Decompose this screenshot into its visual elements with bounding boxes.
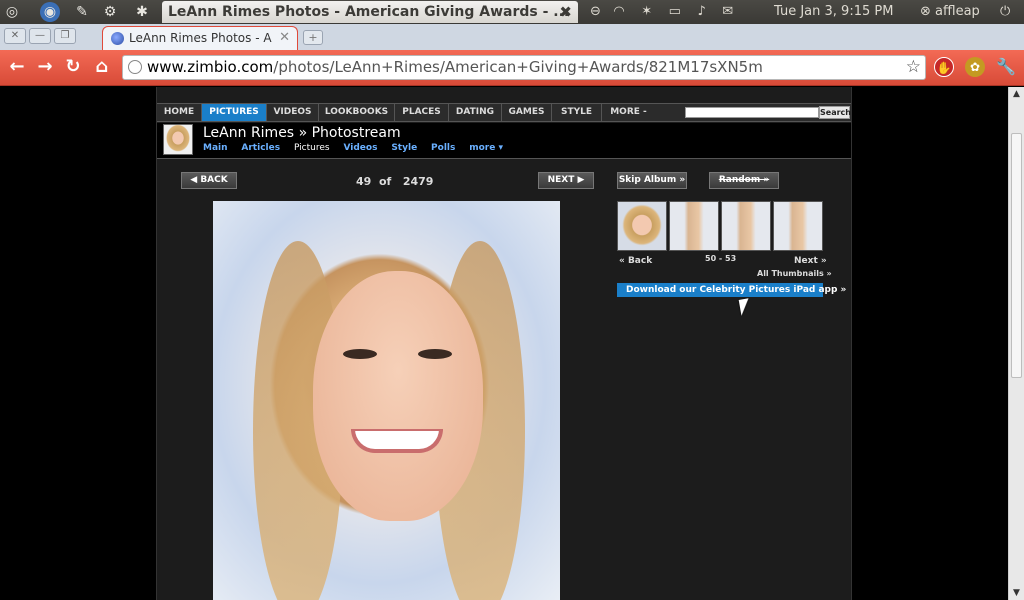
volume-icon[interactable]: ♪ [697,4,705,19]
system-panel: ◎ ◉ ✎ ⚙ ✱ LeAnn Rimes Photos - American … [0,0,1024,24]
site-search-button[interactable]: Search [819,106,851,119]
indicator-icons: ⊖ ◠ ✶ ▭ ♪ ✉ [590,0,733,24]
maximize-window-button[interactable]: ❐ [54,28,76,44]
nav-videos[interactable]: VIDEOS [267,104,319,121]
subnav-more[interactable]: more ▾ [469,143,503,153]
title-separator: » [298,125,308,141]
minimize-window-button[interactable]: — [29,28,51,44]
home-icon[interactable]: ⌂ [91,56,113,78]
mail-status-icon[interactable]: ⊖ [590,4,601,19]
random-button[interactable]: Random » [709,172,779,189]
profile-header: LeAnn Rimes » Photostream Main Articles … [157,123,851,159]
wrench-menu-icon[interactable]: 🔧 [996,57,1016,77]
close-window-icon[interactable]: ✖ [559,1,572,23]
url-domain: www.zimbio.com [147,58,274,76]
battery-icon[interactable]: ▭ [669,4,681,19]
page-title: LeAnn Rimes » Photostream [203,125,401,141]
nav-games[interactable]: GAMES [502,104,552,121]
tab-close-icon[interactable]: ✕ [279,27,290,49]
bookmark-star-icon[interactable]: ☆ [906,56,921,79]
back-arrow-icon[interactable]: ← [6,56,28,78]
counter-of: of [378,175,392,188]
address-bar[interactable]: www.zimbio.com/photos/LeAnn+Rimes/Americ… [122,55,926,80]
ipad-app-banner[interactable]: Download our Celebrity Pictures iPad app… [617,283,846,297]
total-count: 2479 [402,175,434,188]
next-button[interactable]: NEXT ▶ [538,172,594,189]
thumbs-back-link[interactable]: « Back [619,256,652,266]
photo-counter: 49 of 2479 [356,175,433,188]
thumbs-range: 50 - 53 [705,254,737,263]
text-editor-icon[interactable]: ✎ [72,2,92,22]
section-name: Photostream [311,125,401,141]
main-nav: HOME PICTURES VIDEOS LOOKBOOKS PLACES DA… [157,103,851,122]
url-path: /photos/LeAnn+Rimes/American+Giving+Awar… [273,58,763,76]
main-photo[interactable] [213,201,560,600]
window-title-text: LeAnn Rimes Photos - American Giving Awa… [168,4,570,20]
close-window-button[interactable]: ✕ [4,28,26,44]
reload-icon[interactable]: ↻ [62,56,84,78]
thumbnail[interactable] [669,201,719,251]
thumbnail[interactable] [773,201,823,251]
avatar[interactable] [163,124,193,155]
photo-detail [313,271,483,521]
subnav-main[interactable]: Main [203,143,228,153]
extension-icon[interactable]: ✿ [965,57,985,77]
user-menu[interactable]: ⊗ affleap [920,0,980,24]
subnav-polls[interactable]: Polls [431,143,455,153]
scroll-down-icon[interactable]: ▼ [1009,586,1024,600]
nav-style[interactable]: STYLE [552,104,602,121]
photo-detail [351,429,443,453]
nav-pictures[interactable]: PICTURES [202,104,267,121]
scroll-thumb[interactable] [1011,133,1022,378]
tab-strip: ✕ — ❐ LeAnn Rimes Photos - A ✕ + [0,24,1024,50]
page-viewport: HOME PICTURES VIDEOS LOOKBOOKS PLACES DA… [0,87,1008,600]
power-icon[interactable]: ⏻ [1000,0,1010,24]
photo-detail [343,349,377,359]
page-scrollbar[interactable]: ▲ ▼ [1008,87,1024,600]
site-search-input[interactable] [685,107,819,118]
subnav-pictures[interactable]: Pictures [294,143,330,153]
thumbnail[interactable] [617,201,667,251]
messages-icon[interactable]: ✉ [722,4,733,19]
profile-subnav: Main Articles Pictures Videos Style Poll… [203,143,514,153]
nav-lookbooks[interactable]: LOOKBOOKS [319,104,395,121]
bluetooth-icon[interactable]: ✶ [641,4,652,19]
tab-active[interactable]: LeAnn Rimes Photos - A ✕ [102,26,298,50]
clock[interactable]: Tue Jan 3, 9:15 PM [774,0,893,24]
nav-home[interactable]: HOME [157,104,202,121]
nav-more[interactable]: MORE - [602,104,655,121]
adblock-icon[interactable]: ✋ [934,57,954,77]
wifi-icon[interactable]: ◠ [613,4,624,19]
ubuntu-logo-icon[interactable]: ◎ [2,2,22,22]
skip-album-button[interactable]: Skip Album » [617,172,687,189]
user-status-icon: ⊗ [920,4,931,19]
zimbio-page: HOME PICTURES VIDEOS LOOKBOOKS PLACES DA… [156,87,852,600]
globe-icon [128,60,142,74]
subnav-style[interactable]: Style [391,143,417,153]
back-button[interactable]: ◀ BACK [181,172,237,189]
profile-name[interactable]: LeAnn Rimes [203,125,294,141]
thumbnail[interactable] [721,201,771,251]
browser-toolbar: ← → ↻ ⌂ www.zimbio.com/photos/LeAnn+Rime… [0,50,1024,86]
tab-title: LeAnn Rimes Photos - A [129,31,272,45]
thumbs-next-link[interactable]: Next » [794,256,827,266]
new-tab-button[interactable]: + [303,30,323,45]
active-window-title: LeAnn Rimes Photos - American Giving Awa… [162,1,578,23]
subnav-articles[interactable]: Articles [241,143,280,153]
forward-arrow-icon[interactable]: → [34,56,56,78]
user-name: affleap [935,4,980,19]
all-thumbnails-link[interactable]: All Thumbnails » [757,269,832,278]
nav-dating[interactable]: DATING [449,104,502,121]
network-app-icon[interactable]: ✱ [132,2,152,22]
zimbio-favicon-icon [111,32,124,45]
thumbnail-strip [617,201,823,251]
settings-wheel-icon[interactable]: ⚙ [100,2,120,22]
nav-places[interactable]: PLACES [395,104,449,121]
photo-detail [418,349,452,359]
scroll-up-icon[interactable]: ▲ [1009,87,1024,101]
subnav-videos[interactable]: Videos [343,143,377,153]
chromium-icon[interactable]: ◉ [40,2,60,22]
current-index: 49 [356,175,372,188]
